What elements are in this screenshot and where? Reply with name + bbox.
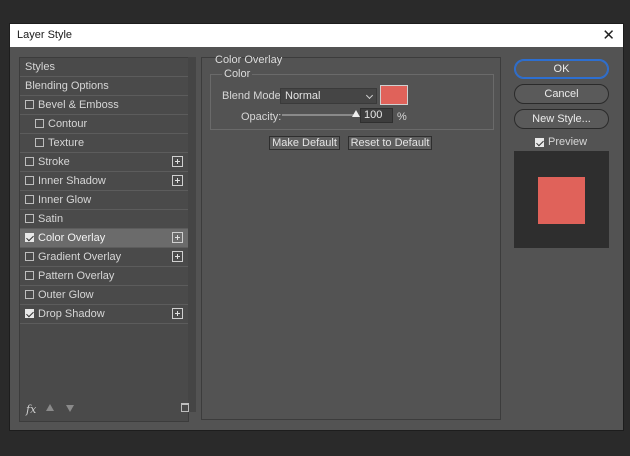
sidebar-item-color-overlay[interactable]: Color Overlay: [20, 229, 188, 248]
sidebar-item-pattern-overlay[interactable]: Pattern Overlay: [20, 267, 188, 286]
blend-mode-value: Normal: [285, 90, 321, 102]
add-effect-icon[interactable]: [172, 251, 183, 262]
sidebar-item-label: Gradient Overlay: [38, 251, 122, 263]
opacity-unit: %: [397, 111, 407, 123]
style-preview: [514, 151, 609, 248]
window-title: Layer Style: [17, 29, 73, 41]
sidebar-item-label: Satin: [38, 213, 64, 225]
sidebar-checkbox-stroke[interactable]: [25, 157, 34, 166]
sidebar-item-label: Drop Shadow: [38, 308, 105, 320]
sidebar-item-drop-shadow[interactable]: Drop Shadow: [20, 305, 188, 324]
sidebar-checkbox-pattern-overlay[interactable]: [25, 271, 34, 280]
blend-mode-label: Blend Mode:: [222, 90, 284, 102]
styles-list: Styles Blending Options Bevel & Emboss Cont…: [19, 57, 189, 422]
sidebar-item-label: Color Overlay: [38, 232, 106, 244]
preview-checkbox[interactable]: [535, 138, 544, 147]
styles-list-scrollbar[interactable]: [188, 57, 196, 412]
close-icon[interactable]: ✕: [602, 26, 615, 44]
move-up-icon[interactable]: [46, 404, 54, 411]
opacity-slider-thumb[interactable]: [352, 110, 360, 117]
sidebar-checkbox-gradient-overlay[interactable]: [25, 252, 34, 261]
sidebar-item-label: Bevel & Emboss: [38, 99, 119, 111]
add-effect-icon[interactable]: [172, 156, 183, 167]
sidebar-item-label: Texture: [48, 137, 85, 149]
sidebar-item-contour[interactable]: Contour: [20, 115, 188, 134]
sidebar-checkbox-drop-shadow[interactable]: [25, 309, 34, 318]
fx-icon[interactable]: fx: [26, 403, 36, 416]
preview-label[interactable]: Preview: [548, 136, 587, 148]
sidebar-item-blending-options[interactable]: Blending Options: [20, 77, 188, 96]
sidebar-item-label: Inner Glow: [38, 194, 92, 206]
sidebar-item-label: Stroke: [38, 156, 70, 168]
sidebar-checkbox-inner-glow[interactable]: [25, 195, 34, 204]
trash-icon[interactable]: [181, 403, 189, 412]
sidebar-item-texture[interactable]: Texture: [20, 134, 188, 153]
chevron-down-icon: [365, 91, 374, 100]
sidebar-checkbox-color-overlay[interactable]: [25, 233, 34, 242]
sidebar-item-stroke[interactable]: Stroke: [20, 153, 188, 172]
sidebar-item-label: Pattern Overlay: [38, 270, 115, 282]
sidebar-item-outer-glow[interactable]: Outer Glow: [20, 286, 188, 305]
sidebar-checkbox-satin[interactable]: [25, 214, 34, 223]
ok-button[interactable]: OK: [514, 59, 609, 79]
sidebar-item-inner-shadow[interactable]: Inner Shadow: [20, 172, 188, 191]
add-effect-icon[interactable]: [172, 175, 183, 186]
opacity-slider[interactable]: [282, 114, 356, 116]
opacity-input[interactable]: 100: [360, 108, 393, 123]
sidebar-checkbox-contour[interactable]: [35, 119, 44, 128]
preview-thumbnail: [538, 177, 585, 224]
cancel-button[interactable]: Cancel: [514, 84, 609, 104]
sidebar-item-gradient-overlay[interactable]: Gradient Overlay: [20, 248, 188, 267]
color-group-title: Color: [222, 68, 253, 80]
make-default-button[interactable]: Make Default: [269, 136, 340, 150]
sidebar-item-inner-glow[interactable]: Inner Glow: [20, 191, 188, 210]
reset-to-default-button[interactable]: Reset to Default: [348, 136, 432, 150]
sidebar-item-label: Contour: [48, 118, 88, 130]
sidebar-item-label: Outer Glow: [38, 289, 94, 301]
sidebar-item-label: Inner Shadow: [38, 175, 106, 187]
add-effect-icon[interactable]: [172, 232, 183, 243]
sidebar-item-bevel-emboss[interactable]: Bevel & Emboss: [20, 96, 188, 115]
sidebar-item-label: Blending Options: [25, 80, 109, 92]
section-title: Color Overlay: [215, 54, 283, 66]
sidebar-checkbox-bevel-emboss[interactable]: [25, 100, 34, 109]
styles-list-footer: fx: [19, 400, 189, 418]
blend-mode-select[interactable]: Normal: [280, 88, 377, 104]
opacity-label: Opacity:: [241, 111, 282, 123]
sidebar-checkbox-texture[interactable]: [35, 138, 44, 147]
new-style-button[interactable]: New Style...: [514, 109, 609, 129]
layer-style-dialog: Layer Style ✕ Styles Blending Options Beve…: [10, 24, 623, 430]
sidebar-checkbox-inner-shadow[interactable]: [25, 176, 34, 185]
move-down-icon[interactable]: [66, 405, 74, 412]
sidebar-item-satin[interactable]: Satin: [20, 210, 188, 229]
sidebar-checkbox-outer-glow[interactable]: [25, 290, 34, 299]
overlay-color-swatch[interactable]: [380, 85, 408, 105]
add-effect-icon[interactable]: [172, 308, 183, 319]
title-bar: Layer Style ✕: [10, 24, 623, 47]
sidebar-item-styles[interactable]: Styles: [20, 58, 188, 77]
sidebar-item-label: Styles: [25, 61, 55, 73]
